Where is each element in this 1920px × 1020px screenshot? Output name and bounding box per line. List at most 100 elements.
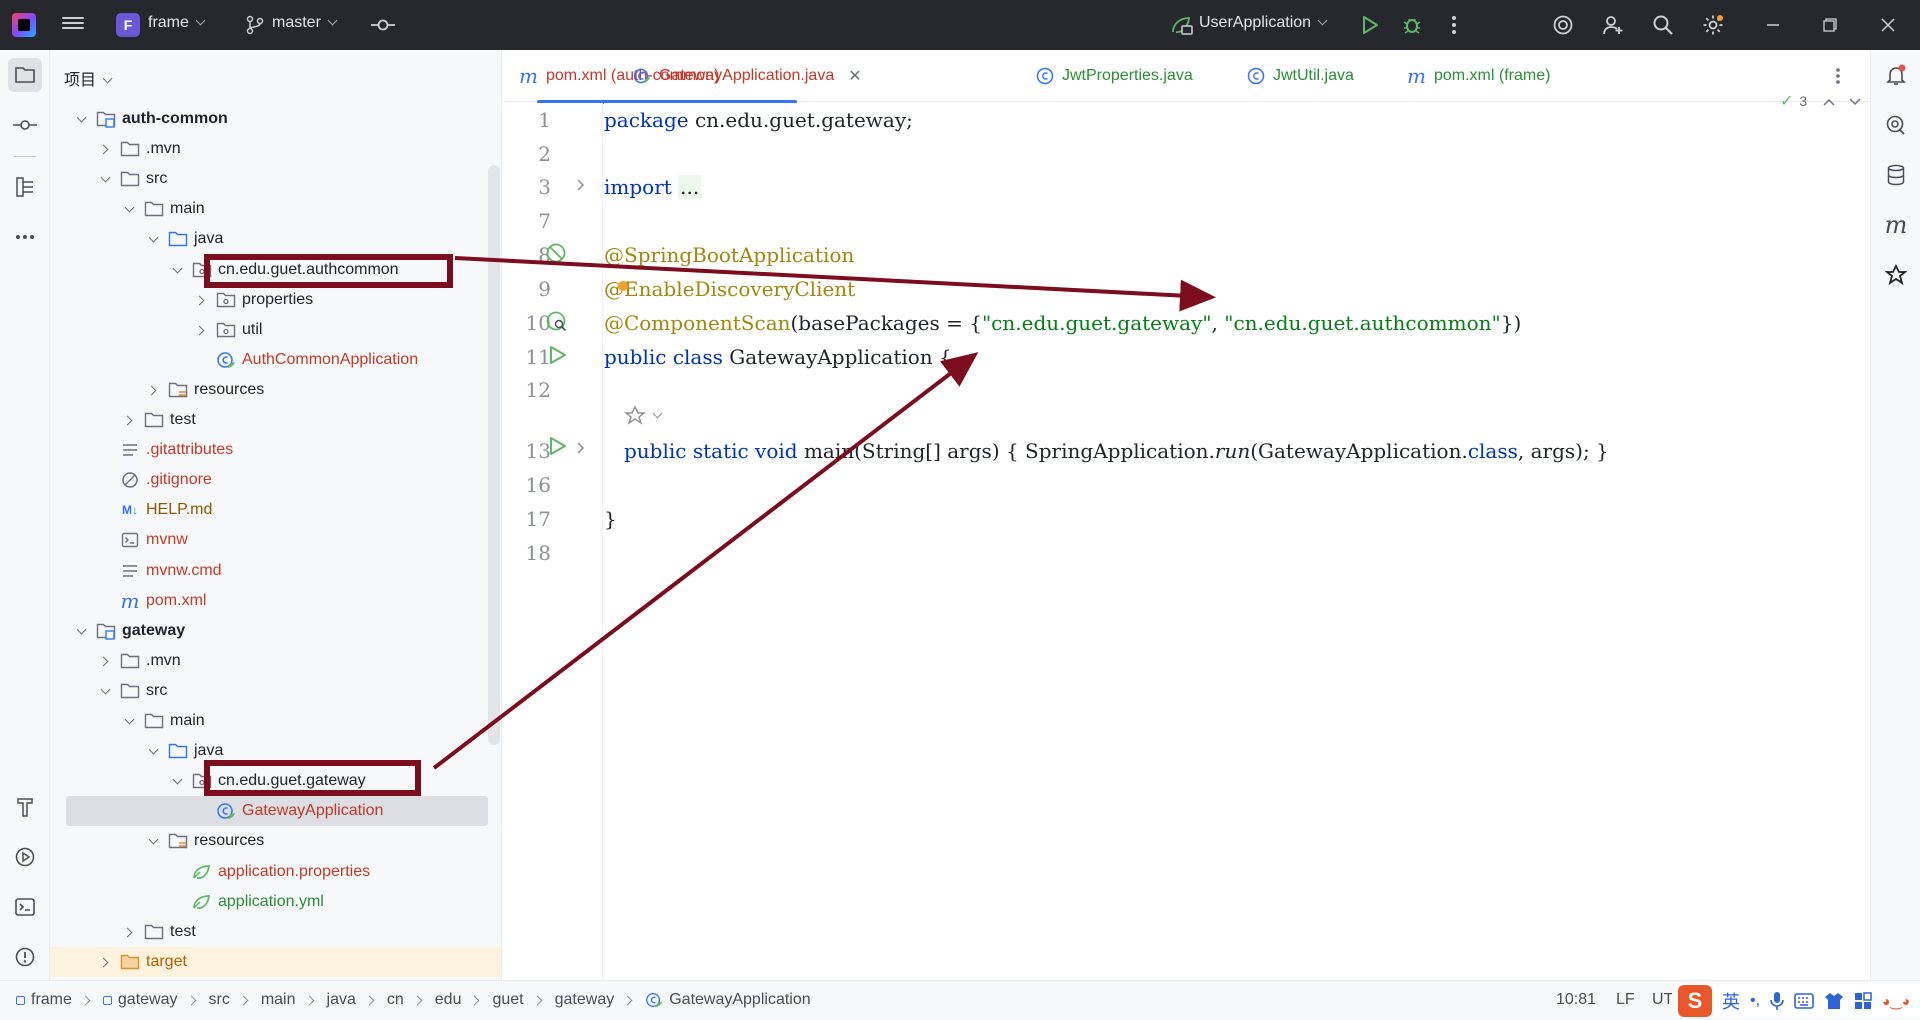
tree-row[interactable]: util (50, 315, 490, 345)
run-gutter-icon[interactable] (546, 344, 568, 371)
tree-row[interactable]: test (50, 405, 490, 435)
tree-row[interactable]: AuthCommonApplication (50, 345, 490, 375)
chevron-right-icon[interactable] (122, 925, 136, 939)
tree-row[interactable]: src (50, 164, 490, 194)
chevron-down-icon[interactable] (170, 774, 184, 788)
tree-row[interactable]: resources (50, 826, 490, 856)
project-view-selector[interactable]: 项目 (64, 66, 113, 90)
chevron-right-icon[interactable] (146, 383, 160, 397)
tree-row[interactable]: application.properties (50, 857, 490, 887)
breadcrumb-item[interactable]: frame (31, 991, 72, 1009)
tree-row[interactable]: mvnw (50, 525, 490, 555)
toolbox-icon[interactable] (1854, 992, 1872, 1010)
tree-row[interactable]: GatewayApplication (66, 796, 488, 826)
tree-row[interactable]: .mvn (50, 134, 490, 164)
spring-tool-icon[interactable] (1879, 258, 1913, 292)
chevron-down-icon[interactable] (146, 744, 160, 758)
ai-chat-icon[interactable] (1879, 108, 1913, 142)
breadcrumb-item[interactable]: main (261, 991, 296, 1009)
tab-jwt-util[interactable]: JwtUtil.java (1247, 50, 1354, 102)
caret-position[interactable]: 10:81 (1556, 991, 1596, 1009)
project-scrollbar[interactable] (488, 165, 500, 745)
chevron-right-icon[interactable] (194, 293, 208, 307)
tab-gateway-application[interactable]: GatewayApplication.java ✕ (537, 50, 862, 104)
ai-assistant-icon[interactable] (1551, 13, 1575, 37)
close-window-icon[interactable] (1875, 12, 1901, 38)
tab-pom-frame[interactable]: m pom.xml (frame) (1407, 50, 1550, 102)
main-menu-icon[interactable] (62, 14, 84, 34)
chevron-up-icon[interactable] (1823, 93, 1835, 109)
breadcrumb-item[interactable]: edu (435, 991, 462, 1009)
breadcrumb-item[interactable]: guet (492, 991, 523, 1009)
services-tool-icon[interactable] (8, 840, 42, 874)
tree-row[interactable]: java (50, 736, 490, 766)
inspection-widget[interactable]: ✓ 3 (1780, 91, 1861, 111)
search-icon[interactable] (1651, 13, 1675, 37)
tree-row[interactable]: test (50, 917, 490, 947)
more-tools-icon[interactable] (8, 220, 42, 254)
chevron-down-icon[interactable] (74, 112, 88, 126)
chevron-right-icon[interactable] (122, 413, 136, 427)
run-config-selector[interactable]: UserApplication (1199, 14, 1328, 32)
project-badge[interactable]: F (116, 13, 140, 37)
skin-icon[interactable] (1824, 992, 1844, 1010)
tree-row[interactable]: auth-common (50, 104, 490, 134)
tree-row[interactable]: properties (50, 285, 490, 315)
notifications-icon[interactable] (1879, 58, 1913, 92)
code-editor[interactable]: package cn.edu.guet.gateway; import ... … (604, 93, 1870, 980)
more-actions-icon[interactable] (1442, 13, 1466, 37)
breadcrumb-item[interactable]: cn (387, 991, 404, 1009)
punctuation-icon[interactable]: •, (1750, 992, 1760, 1010)
project-tool-icon[interactable] (8, 58, 42, 92)
problems-tool-icon[interactable] (8, 940, 42, 974)
keyboard-icon[interactable] (1794, 993, 1814, 1009)
fold-imports-icon[interactable] (576, 178, 586, 196)
line-ending[interactable]: LF (1616, 991, 1635, 1009)
tree-row[interactable]: .mvn (50, 646, 490, 676)
commit-icon[interactable] (371, 18, 395, 32)
tree-row[interactable]: resources (50, 375, 490, 405)
breadcrumb-item[interactable]: src (209, 991, 230, 1009)
spring-bean-gutter-icon[interactable] (545, 242, 569, 271)
commit-tool-icon[interactable] (8, 108, 42, 142)
tree-row[interactable]: m pom.xml (50, 586, 490, 616)
chevron-down-icon[interactable] (146, 232, 160, 246)
run-main-gutter-icon[interactable] (546, 435, 568, 462)
breadcrumb-item[interactable]: GatewayApplication (669, 991, 810, 1009)
tree-row[interactable]: application.yml (50, 887, 490, 917)
tree-row[interactable]: src (50, 676, 490, 706)
sogou-logo-icon[interactable]: S (1678, 985, 1712, 1017)
chevron-down-icon[interactable] (170, 263, 184, 277)
tree-row[interactable]: gateway (50, 616, 490, 646)
tree-row[interactable]: target (50, 947, 501, 977)
close-tab-icon[interactable]: ✕ (848, 66, 861, 86)
run-icon[interactable] (1358, 13, 1382, 37)
fold-method-icon[interactable] (576, 441, 586, 459)
maven-tool-icon[interactable]: m (1879, 208, 1913, 242)
folded-imports[interactable]: ... (678, 175, 702, 199)
tree-row[interactable]: java (50, 224, 490, 254)
tree-row[interactable]: .gitignore (50, 465, 490, 495)
ime-language[interactable]: 英 (1722, 988, 1740, 1014)
tab-jwt-properties[interactable]: JwtProperties.java (1036, 50, 1193, 102)
chevron-down-icon[interactable] (122, 714, 136, 728)
project-selector[interactable]: frame (148, 14, 206, 32)
tree-row[interactable]: cn.edu.guet.authcommon (50, 255, 490, 285)
mascot-icon[interactable]: ◕‿◕ (1882, 993, 1910, 1010)
intention-bulb-icon[interactable] (618, 281, 628, 291)
chevron-down-icon[interactable] (74, 624, 88, 638)
breadcrumb-item[interactable]: gateway (118, 991, 178, 1009)
tree-row[interactable]: M↓ HELP.md (50, 495, 490, 525)
minimize-icon[interactable] (1760, 12, 1786, 38)
branch-selector[interactable]: master (272, 14, 338, 32)
add-user-icon[interactable] (1601, 13, 1625, 37)
breadcrumb-item[interactable]: gateway (555, 991, 615, 1009)
chevron-down-icon[interactable] (122, 202, 136, 216)
terminal-tool-icon[interactable] (8, 890, 42, 924)
tree-row[interactable]: .gitattributes (50, 435, 490, 465)
tree-row[interactable]: cn.edu.guet.gateway (50, 766, 490, 796)
chevron-down-icon[interactable] (146, 834, 160, 848)
structure-tool-icon[interactable] (8, 170, 42, 204)
tree-row[interactable]: main (50, 194, 490, 224)
component-scan-gutter-icon[interactable] (545, 310, 569, 339)
